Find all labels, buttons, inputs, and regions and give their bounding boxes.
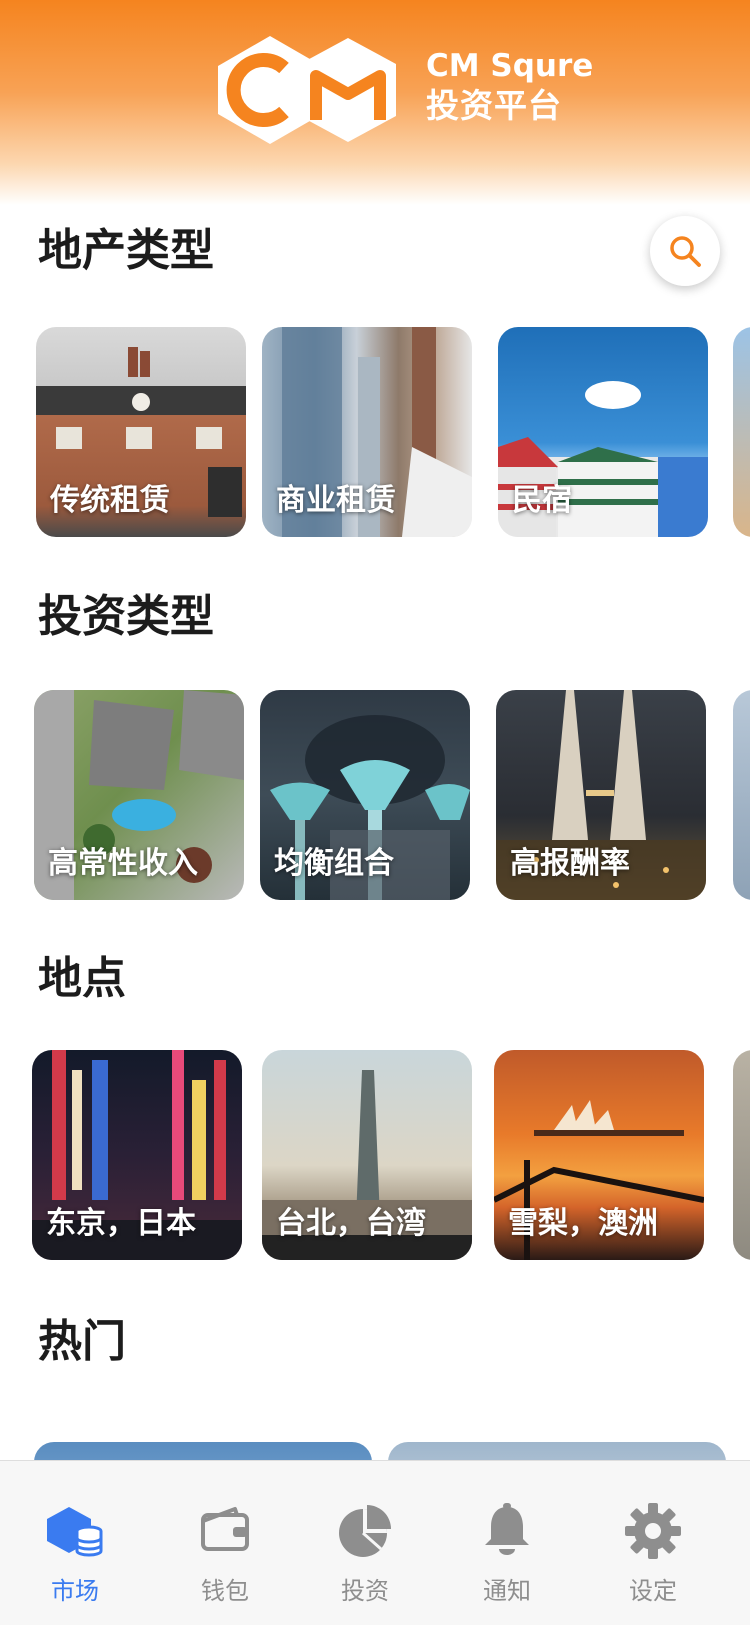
investment-type-row: 高常性收入 均衡组合 高报酬率 — [0, 690, 750, 902]
card-label: 传统租赁 — [50, 483, 170, 518]
brand-title: CM Squre — [426, 48, 594, 84]
tab-label: 通知 — [483, 1577, 531, 1605]
tab-wallet[interactable]: 钱包 — [150, 1461, 300, 1625]
cm-logo — [218, 36, 396, 144]
tab-label: 投资 — [341, 1577, 389, 1605]
section-title-property: 地产类型 — [38, 225, 214, 276]
card-peek[interactable] — [733, 690, 750, 900]
wallet-icon — [201, 1507, 249, 1551]
bell-icon — [485, 1503, 529, 1555]
card-label: 东京，日本 — [46, 1206, 196, 1241]
card-homestay[interactable]: 民宿 — [498, 327, 708, 537]
card-sydney[interactable]: 雪梨，澳洲 — [494, 1050, 704, 1260]
pie-chart-icon — [339, 1505, 391, 1557]
card-label: 台北，台湾 — [276, 1206, 426, 1241]
property-type-row: 传统租赁 商业租赁 民宿 — [0, 327, 750, 539]
search-icon — [670, 236, 701, 267]
tab-label: 钱包 — [201, 1577, 249, 1605]
card-tokyo[interactable]: 东京，日本 — [32, 1050, 242, 1260]
section-title-hot: 热门 — [38, 1316, 126, 1367]
card-label: 高报酬率 — [510, 846, 630, 881]
tab-settings[interactable]: 设定 — [578, 1461, 728, 1625]
card-commercial-lease[interactable]: 商业租赁 — [262, 327, 472, 537]
location-row: 东京，日本 台北，台湾 雪梨，澳洲 — [0, 1050, 750, 1262]
card-label: 商业租赁 — [276, 483, 396, 518]
card-taipei[interactable]: 台北，台湾 — [262, 1050, 472, 1260]
tab-invest[interactable]: 投资 — [290, 1461, 440, 1625]
gear-icon — [625, 1503, 681, 1559]
card-label: 高常性收入 — [48, 846, 198, 881]
tab-label: 设定 — [629, 1577, 677, 1605]
card-balanced-portfolio[interactable]: 均衡组合 — [260, 690, 470, 900]
bottom-tab-bar: 市场 钱包 投资 通知 设定 — [0, 1460, 750, 1625]
tab-notifications[interactable]: 通知 — [432, 1461, 582, 1625]
card-traditional-lease[interactable]: 传统租赁 — [36, 327, 246, 537]
card-peek[interactable] — [733, 1050, 750, 1260]
section-title-investment: 投资类型 — [38, 591, 214, 642]
card-peek[interactable] — [733, 327, 750, 537]
card-high-return[interactable]: 高报酬率 — [496, 690, 706, 900]
card-label: 雪梨，澳洲 — [508, 1206, 658, 1241]
tab-label: 市场 — [51, 1577, 99, 1605]
card-label: 均衡组合 — [274, 846, 394, 881]
card-recurring-income[interactable]: 高常性收入 — [34, 690, 244, 900]
card-label: 民宿 — [512, 483, 572, 518]
search-button[interactable] — [650, 216, 720, 286]
section-title-location: 地点 — [38, 953, 126, 1004]
app-header: CM Squre 投资平台 — [0, 0, 750, 205]
market-icon — [47, 1507, 103, 1557]
brand-subtitle: 投资平台 — [426, 86, 562, 125]
tab-market[interactable]: 市场 — [0, 1461, 150, 1625]
